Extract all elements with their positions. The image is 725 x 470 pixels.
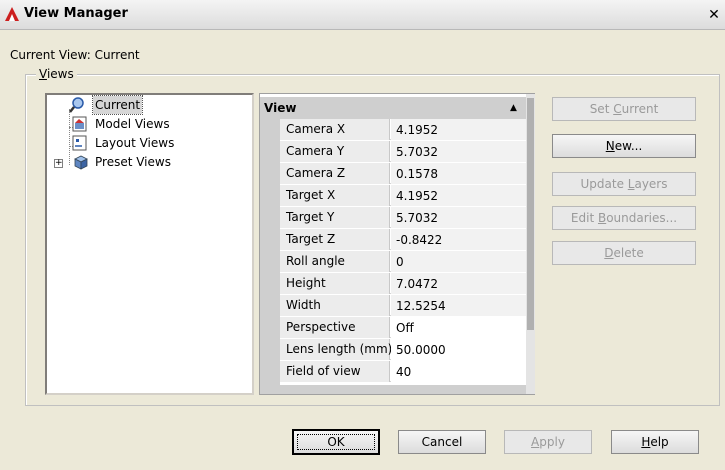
autocad-logo-icon xyxy=(5,7,19,21)
property-name: Camera Z xyxy=(280,163,390,184)
magnifier-icon xyxy=(69,97,84,113)
collapse-arrow-icon[interactable]: ▲ xyxy=(510,97,517,119)
new-view-button[interactable]: New... xyxy=(552,134,696,158)
property-name: Target X xyxy=(280,185,390,206)
properties-scrollbar[interactable] xyxy=(526,94,535,394)
help-button[interactable]: Help xyxy=(611,430,699,454)
tree-item-label: Layout Views xyxy=(95,136,175,150)
current-view-label: Current View: Current xyxy=(10,48,140,62)
property-row[interactable]: Roll angle 0 xyxy=(280,251,526,272)
properties-section-header[interactable]: View ▲ xyxy=(260,97,526,119)
property-value[interactable]: 12.5254 xyxy=(391,295,526,316)
properties-grid[interactable]: View ▲ Camera X 4.1952 Camera Y 5.7032 Camer… xyxy=(259,93,535,395)
delete-button[interactable]: Delete xyxy=(552,241,696,265)
property-name: Field of view xyxy=(280,361,390,382)
close-button[interactable]: ✕ xyxy=(706,8,722,24)
tree-item-label: Preset Views xyxy=(95,155,171,169)
property-row[interactable]: Target Z -0.8422 xyxy=(280,229,526,250)
tree-item-label: Current xyxy=(91,95,144,115)
property-value[interactable]: 40 xyxy=(391,361,526,382)
property-row[interactable]: Field of view 40 xyxy=(280,361,526,382)
property-row[interactable]: Width 12.5254 xyxy=(280,295,526,316)
tree-item-label: Model Views xyxy=(95,117,170,131)
property-value[interactable]: 7.0472 xyxy=(391,273,526,294)
property-name: Camera X xyxy=(280,119,390,140)
section-title: View xyxy=(264,101,297,115)
set-current-button[interactable]: Set Current xyxy=(552,97,696,121)
ok-button[interactable]: OK xyxy=(292,429,380,455)
property-value[interactable]: 50.0000 xyxy=(391,339,526,360)
property-row[interactable]: Lens length (mm) 50.0000 xyxy=(280,339,526,360)
property-name: Lens length (mm) xyxy=(280,339,392,360)
property-name: Camera Y xyxy=(280,141,390,162)
layout-views-icon xyxy=(72,135,87,151)
property-name: Height xyxy=(280,273,390,294)
window-title: View Manager xyxy=(24,6,128,21)
view-tree[interactable]: Current Model Views Layout Views Preset … xyxy=(45,93,254,395)
property-row[interactable]: Camera X 4.1952 xyxy=(280,119,526,140)
cancel-button[interactable]: Cancel xyxy=(398,430,486,454)
property-value[interactable]: 0.1578 xyxy=(391,163,526,184)
property-value[interactable]: Off xyxy=(391,317,526,338)
property-name: Target Z xyxy=(280,229,390,250)
expand-preset-views-toggle[interactable]: + xyxy=(54,159,63,168)
property-value[interactable]: 5.7032 xyxy=(391,141,526,162)
property-row[interactable]: Target X 4.1952 xyxy=(280,185,526,206)
properties-next-section[interactable] xyxy=(260,385,526,394)
property-name: Perspective xyxy=(280,317,390,338)
property-row[interactable]: Perspective Off xyxy=(280,317,526,338)
apply-button[interactable]: Apply xyxy=(504,430,592,454)
model-views-icon xyxy=(72,116,87,132)
edit-boundaries-button[interactable]: Edit Boundaries... xyxy=(552,206,696,230)
property-row[interactable]: Camera Z 0.1578 xyxy=(280,163,526,184)
property-row[interactable]: Height 7.0472 xyxy=(280,273,526,294)
property-name: Width xyxy=(280,295,390,316)
property-name: Roll angle xyxy=(280,251,390,272)
title-bar: View Manager ✕ xyxy=(0,0,725,30)
property-value[interactable]: 4.1952 xyxy=(391,185,526,206)
update-layers-button[interactable]: Update Layers xyxy=(552,172,696,196)
views-group-legend: Views xyxy=(36,67,77,81)
scrollbar-thumb[interactable] xyxy=(527,98,534,330)
property-value[interactable]: -0.8422 xyxy=(391,229,526,250)
preset-views-icon xyxy=(74,155,88,170)
property-value[interactable]: 5.7032 xyxy=(391,207,526,228)
property-value[interactable]: 0 xyxy=(391,251,526,272)
properties-gutter xyxy=(260,119,280,391)
property-name: Target Y xyxy=(280,207,390,228)
property-row[interactable]: Target Y 5.7032 xyxy=(280,207,526,228)
property-value[interactable]: 4.1952 xyxy=(391,119,526,140)
property-row[interactable]: Camera Y 5.7032 xyxy=(280,141,526,162)
